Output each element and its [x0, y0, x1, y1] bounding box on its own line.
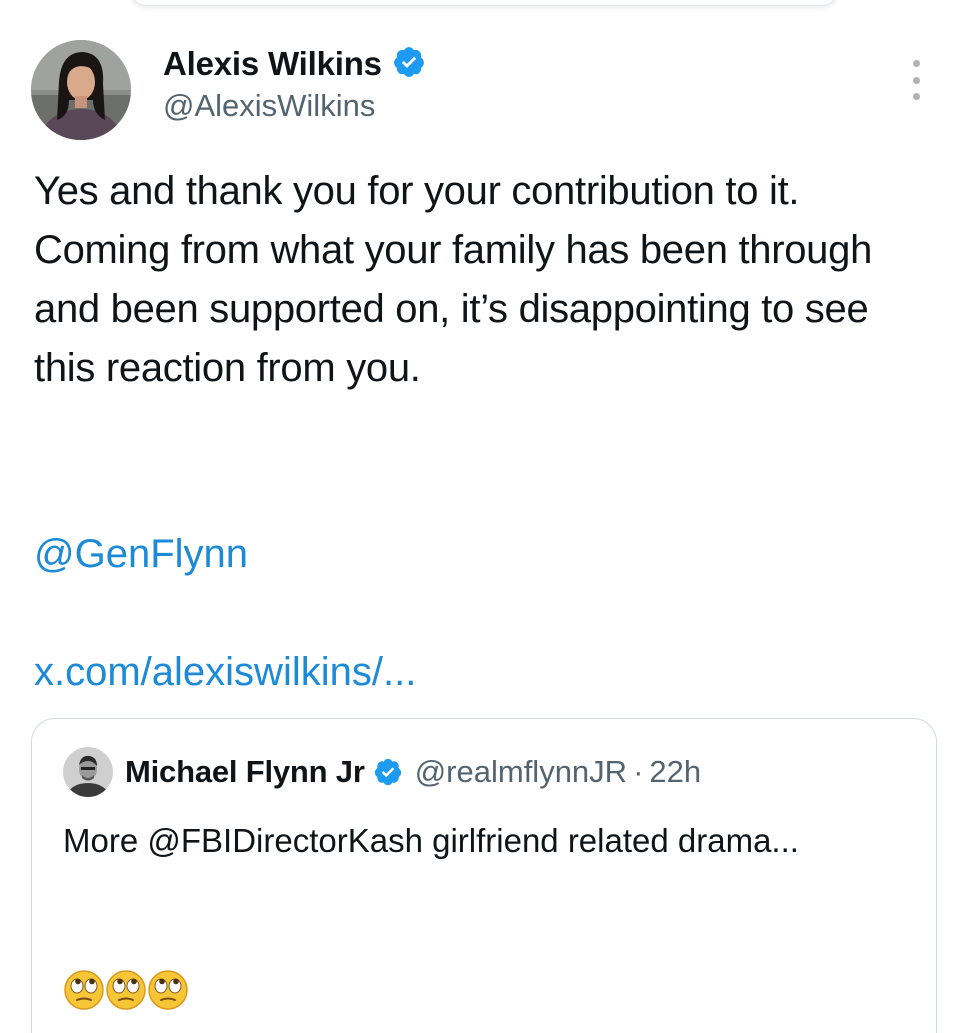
quoted-author-name[interactable]: Michael Flynn Jr [125, 754, 365, 790]
more-options-icon[interactable] [902, 60, 930, 100]
tweet-text: Yes and thank you for your contribution … [34, 169, 873, 390]
eye-roll-emoji-icon [63, 969, 105, 1016]
author-name-row: Alexis Wilkins [163, 42, 426, 86]
verified-badge-icon [392, 45, 426, 84]
tweet-mention-link[interactable]: @GenFlynn [34, 525, 248, 584]
eye-roll-emoji-icon [147, 969, 189, 1016]
quoted-tweet-header: Michael Flynn Jr @realmflynnJR · 22h [125, 749, 701, 795]
quoted-author-handle[interactable]: @realmflynnJR [415, 754, 627, 790]
previous-tweet-card-edge [130, 0, 838, 6]
eye-roll-emoji-icon [105, 969, 147, 1016]
header-separator: · [633, 754, 644, 789]
quoted-tweet-text: More @FBIDirectorKash girlfriend related… [63, 822, 799, 859]
verified-badge-icon [373, 757, 403, 787]
author-display-name[interactable]: Alexis Wilkins [163, 45, 382, 83]
tweet-url-link[interactable]: x.com/alexiswilkins/... [34, 643, 416, 702]
quoted-tweet-emoji-row [63, 969, 189, 1016]
author-avatar[interactable] [31, 40, 131, 140]
quoted-author-avatar[interactable] [63, 747, 113, 797]
quoted-tweet-card[interactable]: Michael Flynn Jr @realmflynnJR · 22h Mor… [31, 718, 937, 1033]
quoted-tweet-timestamp[interactable]: 22h [649, 754, 701, 790]
author-handle[interactable]: @AlexisWilkins [163, 88, 375, 124]
